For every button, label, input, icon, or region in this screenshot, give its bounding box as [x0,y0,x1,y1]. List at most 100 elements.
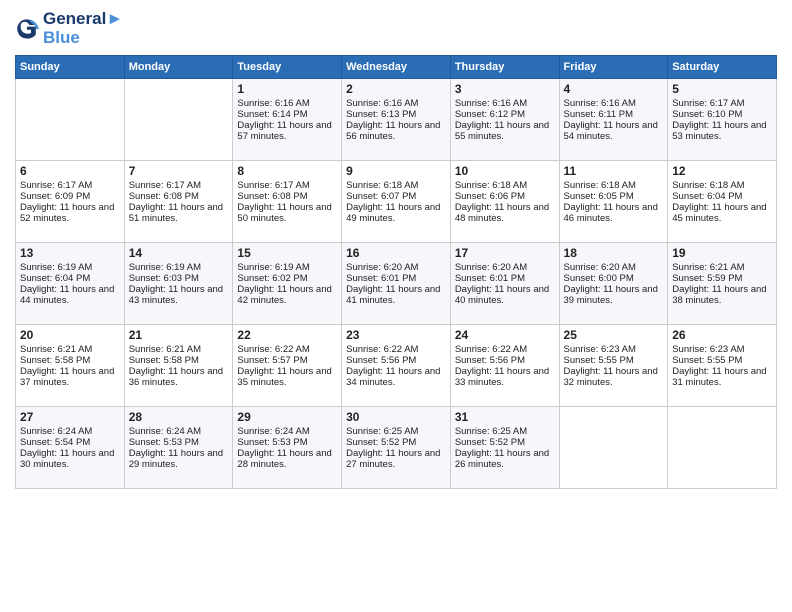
sunset: Sunset: 6:07 PM [346,191,416,202]
calendar-table: SundayMondayTuesdayWednesdayThursdayFrid… [15,55,777,489]
sunrise: Sunrise: 6:18 AM [672,180,744,191]
daylight: Daylight: 11 hours and 50 minutes. [237,202,331,224]
calendar-cell [668,407,777,489]
daylight: Daylight: 11 hours and 35 minutes. [237,366,331,388]
day-of-week-header: Friday [559,56,668,79]
calendar-cell: 6 Sunrise: 6:17 AM Sunset: 6:09 PM Dayli… [16,161,125,243]
sunrise: Sunrise: 6:24 AM [20,426,92,437]
calendar-cell: 31 Sunrise: 6:25 AM Sunset: 5:52 PM Dayl… [450,407,559,489]
daylight: Daylight: 11 hours and 30 minutes. [20,448,114,470]
calendar-cell: 22 Sunrise: 6:22 AM Sunset: 5:57 PM Dayl… [233,325,342,407]
sunrise: Sunrise: 6:23 AM [564,344,636,355]
daylight: Daylight: 11 hours and 44 minutes. [20,284,114,306]
daylight: Daylight: 11 hours and 39 minutes. [564,284,658,306]
daylight: Daylight: 11 hours and 49 minutes. [346,202,440,224]
calendar-cell: 17 Sunrise: 6:20 AM Sunset: 6:01 PM Dayl… [450,243,559,325]
day-of-week-header: Sunday [16,56,125,79]
sunset: Sunset: 5:56 PM [455,355,525,366]
sunrise: Sunrise: 6:17 AM [237,180,309,191]
calendar-cell: 1 Sunrise: 6:16 AM Sunset: 6:14 PM Dayli… [233,79,342,161]
sunrise: Sunrise: 6:18 AM [564,180,636,191]
calendar-cell: 7 Sunrise: 6:17 AM Sunset: 6:08 PM Dayli… [124,161,233,243]
calendar-cell: 13 Sunrise: 6:19 AM Sunset: 6:04 PM Dayl… [16,243,125,325]
day-number: 26 [672,328,772,342]
daylight: Daylight: 11 hours and 41 minutes. [346,284,440,306]
daylight: Daylight: 11 hours and 28 minutes. [237,448,331,470]
sunrise: Sunrise: 6:17 AM [672,98,744,109]
calendar-cell: 23 Sunrise: 6:22 AM Sunset: 5:56 PM Dayl… [342,325,451,407]
sunset: Sunset: 5:52 PM [455,437,525,448]
sunset: Sunset: 5:58 PM [20,355,90,366]
calendar-cell: 19 Sunrise: 6:21 AM Sunset: 5:59 PM Dayl… [668,243,777,325]
sunrise: Sunrise: 6:22 AM [237,344,309,355]
day-number: 24 [455,328,555,342]
sunset: Sunset: 6:08 PM [237,191,307,202]
calendar-cell [559,407,668,489]
daylight: Daylight: 11 hours and 52 minutes. [20,202,114,224]
page-header: General► Blue [15,10,777,47]
day-number: 25 [564,328,664,342]
day-number: 12 [672,164,772,178]
day-number: 28 [129,410,229,424]
daylight: Daylight: 11 hours and 37 minutes. [20,366,114,388]
day-number: 5 [672,82,772,96]
sunrise: Sunrise: 6:16 AM [237,98,309,109]
daylight: Daylight: 11 hours and 33 minutes. [455,366,549,388]
day-number: 14 [129,246,229,260]
sunset: Sunset: 6:00 PM [564,273,634,284]
sunset: Sunset: 6:04 PM [672,191,742,202]
sunrise: Sunrise: 6:21 AM [672,262,744,273]
sunset: Sunset: 6:09 PM [20,191,90,202]
sunset: Sunset: 6:08 PM [129,191,199,202]
calendar-cell: 16 Sunrise: 6:20 AM Sunset: 6:01 PM Dayl… [342,243,451,325]
day-number: 15 [237,246,337,260]
day-number: 27 [20,410,120,424]
day-number: 1 [237,82,337,96]
sunrise: Sunrise: 6:17 AM [20,180,92,191]
calendar-cell: 25 Sunrise: 6:23 AM Sunset: 5:55 PM Dayl… [559,325,668,407]
calendar-cell: 11 Sunrise: 6:18 AM Sunset: 6:05 PM Dayl… [559,161,668,243]
daylight: Daylight: 11 hours and 56 minutes. [346,120,440,142]
sunset: Sunset: 5:56 PM [346,355,416,366]
day-number: 23 [346,328,446,342]
daylight: Daylight: 11 hours and 34 minutes. [346,366,440,388]
sunset: Sunset: 5:54 PM [20,437,90,448]
day-number: 2 [346,82,446,96]
calendar-cell: 9 Sunrise: 6:18 AM Sunset: 6:07 PM Dayli… [342,161,451,243]
daylight: Daylight: 11 hours and 40 minutes. [455,284,549,306]
daylight: Daylight: 11 hours and 26 minutes. [455,448,549,470]
calendar-cell: 8 Sunrise: 6:17 AM Sunset: 6:08 PM Dayli… [233,161,342,243]
sunset: Sunset: 6:01 PM [346,273,416,284]
day-number: 13 [20,246,120,260]
sunrise: Sunrise: 6:22 AM [455,344,527,355]
sunset: Sunset: 5:57 PM [237,355,307,366]
daylight: Daylight: 11 hours and 46 minutes. [564,202,658,224]
daylight: Daylight: 11 hours and 43 minutes. [129,284,223,306]
sunrise: Sunrise: 6:17 AM [129,180,201,191]
daylight: Daylight: 11 hours and 42 minutes. [237,284,331,306]
calendar-cell: 26 Sunrise: 6:23 AM Sunset: 5:55 PM Dayl… [668,325,777,407]
day-number: 7 [129,164,229,178]
sunset: Sunset: 6:02 PM [237,273,307,284]
calendar-cell [16,79,125,161]
sunset: Sunset: 6:01 PM [455,273,525,284]
day-number: 29 [237,410,337,424]
day-number: 17 [455,246,555,260]
sunset: Sunset: 6:14 PM [237,109,307,120]
sunset: Sunset: 5:55 PM [564,355,634,366]
calendar-cell: 2 Sunrise: 6:16 AM Sunset: 6:13 PM Dayli… [342,79,451,161]
sunset: Sunset: 6:10 PM [672,109,742,120]
calendar-cell: 14 Sunrise: 6:19 AM Sunset: 6:03 PM Dayl… [124,243,233,325]
sunrise: Sunrise: 6:21 AM [129,344,201,355]
calendar-cell: 15 Sunrise: 6:19 AM Sunset: 6:02 PM Dayl… [233,243,342,325]
day-number: 8 [237,164,337,178]
calendar-cell [124,79,233,161]
calendar-cell: 10 Sunrise: 6:18 AM Sunset: 6:06 PM Dayl… [450,161,559,243]
sunrise: Sunrise: 6:21 AM [20,344,92,355]
sunrise: Sunrise: 6:16 AM [455,98,527,109]
sunrise: Sunrise: 6:18 AM [346,180,418,191]
daylight: Daylight: 11 hours and 36 minutes. [129,366,223,388]
day-number: 4 [564,82,664,96]
daylight: Daylight: 11 hours and 45 minutes. [672,202,766,224]
sunrise: Sunrise: 6:24 AM [129,426,201,437]
